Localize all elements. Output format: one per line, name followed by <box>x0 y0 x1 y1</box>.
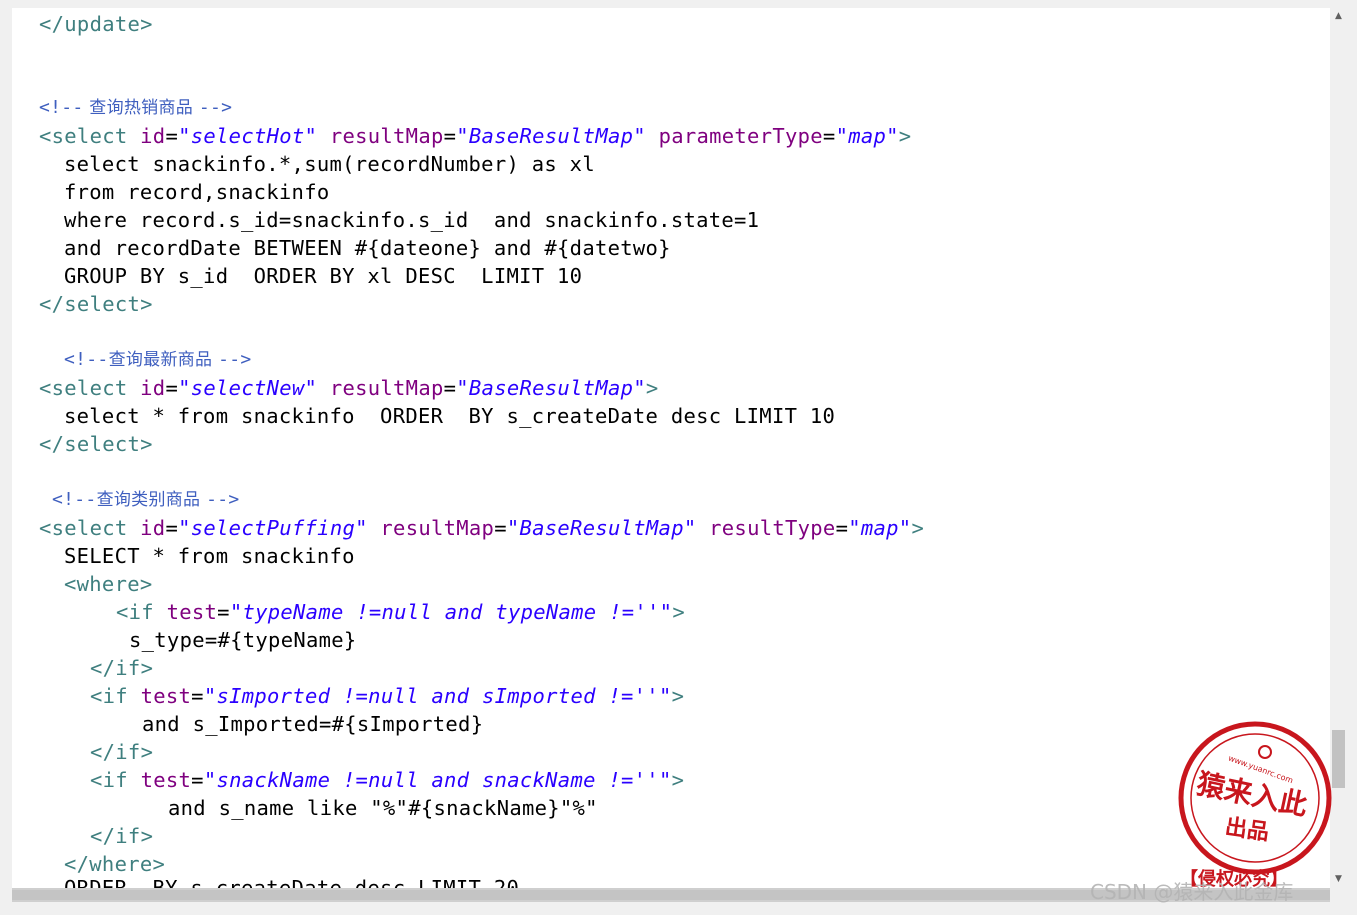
code-comment: <!-- 查询热销商品 --> <box>39 97 233 118</box>
comment-text: 查询热销商品 <box>89 98 194 118</box>
code-comment: <!--查询最新商品 --> <box>64 349 252 370</box>
code-line: <if test="snackName !=null and snackName… <box>90 768 685 792</box>
code-line: select * from snackinfo ORDER BY s_creat… <box>64 404 836 428</box>
code-line: and recordDate BETWEEN #{dateone} and #{… <box>64 236 671 260</box>
code-line: ORDER BY s_createDate desc LIMIT 20 <box>64 876 520 888</box>
code-line: <if test="typeName !=null and typeName !… <box>116 600 685 624</box>
code-line: where record.s_id=snackinfo.s_id and sna… <box>64 208 760 232</box>
code-line: </if> <box>90 656 154 680</box>
code-line: GROUP BY s_id ORDER BY xl DESC LIMIT 10 <box>64 264 583 288</box>
code-line: select snackinfo.*,sum(recordNumber) as … <box>64 152 595 176</box>
code-line: <where> <box>64 572 153 596</box>
code-line: and s_name like "%"#{snackName}"%" <box>168 796 598 820</box>
code-line: </if> <box>90 824 154 848</box>
comment-text: 查询最新商品 <box>108 350 213 370</box>
code-line: and s_Imported=#{sImported} <box>142 712 484 736</box>
scroll-up-arrow-icon[interactable]: ▲ <box>1330 8 1347 25</box>
csdn-watermark: CSDN @猿来入此金库 <box>1090 880 1294 904</box>
code-line: from record,snackinfo <box>64 180 330 204</box>
code-line: SELECT * from snackinfo <box>64 544 355 568</box>
comment-text: 查询类别商品 <box>96 490 201 510</box>
code-editor[interactable]: </update> <!-- 查询热销商品 --> <select id="se… <box>12 8 1330 888</box>
code-line: </if> <box>90 740 154 764</box>
code-comment: <!--查询类别商品 --> <box>52 489 240 510</box>
code-line: </select> <box>39 432 153 456</box>
code-line: <if test="sImported !=null and sImported… <box>90 684 685 708</box>
code-line: <select id="selectHot" resultMap="BaseRe… <box>39 124 912 148</box>
code-line: s_type=#{typeName} <box>129 628 357 652</box>
code-line: <select id="selectNew" resultMap="BaseRe… <box>39 376 659 400</box>
code-line: </select> <box>39 292 153 316</box>
update-close-tag: </update> <box>39 12 153 36</box>
code-line: </update> <box>39 10 153 38</box>
seal-stamp: www.yuanrc.com 猿来入此 出品 【侵权必究】 <box>1178 721 1332 890</box>
code-line: <select id="selectPuffing" resultMap="Ba… <box>39 516 925 540</box>
